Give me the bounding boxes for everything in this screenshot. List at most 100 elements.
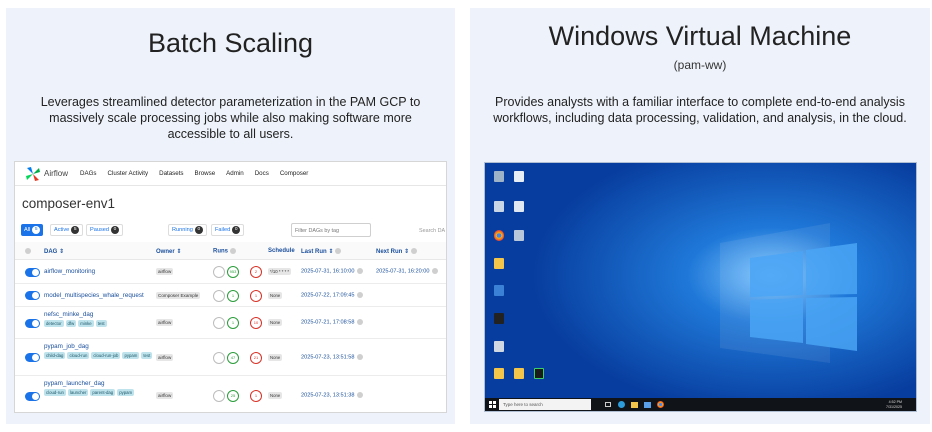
- folder-icon: [514, 368, 524, 379]
- filter-running-label: Running: [172, 227, 193, 233]
- dag-last-run[interactable]: 2025-07-22, 17:09:45: [301, 291, 363, 298]
- taskbar-search-placeholder: Type here to search: [503, 402, 543, 407]
- chrome-taskbar-icon[interactable]: [655, 398, 665, 411]
- chrome-icon: [494, 230, 504, 241]
- runs-running-indicator[interactable]: [213, 317, 225, 329]
- dag-owner: airflow: [156, 353, 174, 361]
- dag-tag[interactable]: parent-dag: [90, 389, 116, 396]
- dag-table-header: DAG ⇕ Owner ⇕ Runs Schedule Last Run ⇕ N…: [15, 242, 446, 260]
- filter-paused-button[interactable]: Paused 0: [86, 224, 123, 236]
- dag-tag[interactable]: pypam: [117, 389, 135, 396]
- runs-failed-indicator[interactable]: 2: [250, 266, 262, 278]
- dag-row: pypam_job_dag child-dag cloud-run cloud-run…: [15, 339, 446, 376]
- runs-failed-indicator[interactable]: 1: [250, 390, 262, 402]
- system-tray-clock[interactable]: 4:52 PM 7/31/2025: [886, 400, 902, 409]
- runs-failed-indicator[interactable]: 21: [250, 351, 262, 364]
- nav-composer[interactable]: Composer: [280, 170, 309, 177]
- column-schedule-label: Schedule: [268, 248, 295, 254]
- column-last-run[interactable]: Last Run ⇕: [301, 248, 342, 255]
- nav-cluster-activity[interactable]: Cluster Activity: [108, 170, 149, 177]
- dag-pause-toggle[interactable]: [25, 391, 40, 401]
- runs-running-indicator[interactable]: [213, 390, 225, 402]
- runs-failed-indicator[interactable]: 10: [250, 317, 262, 329]
- app-icon: [514, 201, 524, 212]
- dag-last-run[interactable]: 2025-07-23, 13:51:58: [301, 353, 363, 360]
- dag-pause-toggle[interactable]: [25, 318, 40, 328]
- filter-active-button[interactable]: Active 5: [50, 224, 84, 236]
- column-runs-label: Runs: [213, 248, 228, 255]
- runs-failed-indicator[interactable]: 1: [250, 289, 262, 302]
- dag-last-run[interactable]: 2025-07-31, 16:10:00: [301, 268, 363, 274]
- filter-all-button[interactable]: All 5: [21, 224, 44, 236]
- filter-failed-button[interactable]: Failed 0: [211, 224, 245, 236]
- edge-icon[interactable]: [616, 398, 626, 411]
- desktop-icon-app-2[interactable]: [507, 201, 531, 212]
- desktop-icon-terminal[interactable]: [527, 368, 551, 379]
- dag-last-run[interactable]: 2025-07-21, 17:08:58: [301, 319, 363, 325]
- dag-pause-toggle[interactable]: [25, 267, 40, 277]
- dag-name-link[interactable]: pypam_job_dag: [44, 343, 89, 350]
- dag-tag[interactable]: test: [95, 320, 107, 327]
- dag-tag[interactable]: minke: [78, 320, 94, 327]
- column-owner[interactable]: Owner ⇕: [156, 248, 181, 255]
- dag-tag[interactable]: cloud-run: [67, 352, 90, 359]
- taskbar-search-box[interactable]: Type here to search: [499, 399, 591, 410]
- column-dag[interactable]: DAG ⇕: [44, 248, 64, 255]
- dag-tag[interactable]: detector: [44, 320, 64, 327]
- dag-tag[interactable]: launcher: [67, 389, 89, 396]
- desktop-icon-file[interactable]: [507, 171, 531, 182]
- dag-tag[interactable]: test: [141, 352, 153, 359]
- dag-owner: airflow: [156, 268, 174, 275]
- dag-name-link[interactable]: model_multispecies_whale_request: [44, 292, 144, 299]
- dag-next-run[interactable]: 2025-07-31, 16:20:00: [376, 268, 438, 274]
- recycle-bin-icon: [494, 171, 504, 182]
- nav-browse[interactable]: Browse: [195, 170, 216, 177]
- runs-running-indicator[interactable]: [213, 289, 225, 302]
- runs-success-indicator[interactable]: 47: [227, 351, 239, 364]
- dag-tag[interactable]: dfw: [65, 320, 77, 327]
- airflow-navbar: Airflow DAGs Cluster Activity Datasets B…: [15, 162, 446, 186]
- nav-docs[interactable]: Docs: [255, 170, 269, 177]
- dag-pause-toggle[interactable]: [25, 291, 40, 300]
- dag-tag[interactable]: pypam: [122, 352, 140, 359]
- runs-success-indicator[interactable]: 25: [227, 390, 239, 402]
- desktop-icon-app-4[interactable]: [487, 285, 511, 296]
- app-icon: [494, 201, 504, 212]
- runs-success-indicator[interactable]: 1: [227, 289, 239, 302]
- filter-tags-input[interactable]: Filter DAGs by tag: [291, 223, 371, 237]
- filter-running-button[interactable]: Running 0: [168, 224, 207, 236]
- filter-failed-count: 0: [232, 226, 241, 234]
- desktop-icon-folder-1[interactable]: [487, 258, 511, 269]
- dag-name-link[interactable]: pypam_launcher_dag: [44, 380, 105, 387]
- file-explorer-icon[interactable]: [629, 398, 639, 411]
- last-run-info-icon: [356, 353, 363, 360]
- windows-vm-description: Provides analysts with a familiar interf…: [493, 95, 907, 125]
- column-schedule: Schedule: [268, 248, 295, 254]
- column-next-run[interactable]: Next Run ⇕: [376, 248, 418, 255]
- dag-last-run[interactable]: 2025-07-23, 13:51:38: [301, 392, 363, 398]
- batch-scaling-title: Batch Scaling: [147, 28, 314, 58]
- nav-datasets[interactable]: Datasets: [159, 170, 183, 177]
- dag-schedule: None: [268, 392, 283, 399]
- desktop-icon-app-6[interactable]: [487, 341, 511, 352]
- nav-dags[interactable]: DAGs: [80, 170, 97, 177]
- start-button[interactable]: [485, 398, 499, 411]
- dag-tag[interactable]: cloud-run: [44, 389, 66, 396]
- task-view-icon[interactable]: [603, 398, 613, 411]
- dag-tag[interactable]: child-dag: [44, 352, 66, 359]
- dag-tags: cloud-run launcher parent-dag pypam: [44, 389, 154, 396]
- runs-running-indicator[interactable]: [213, 351, 225, 364]
- runs-success-indicator[interactable]: 1: [227, 317, 239, 329]
- nav-admin[interactable]: Admin: [226, 170, 244, 177]
- dag-tag[interactable]: cloud-run-job: [91, 352, 121, 359]
- runs-running-indicator[interactable]: [213, 266, 225, 278]
- search-dags-input[interactable]: Search DA: [419, 228, 445, 234]
- dag-name-link[interactable]: airflow_monitoring: [44, 268, 95, 275]
- store-icon[interactable]: [642, 398, 652, 411]
- runs-success-indicator[interactable]: 953: [227, 266, 239, 278]
- dag-name-link[interactable]: nefsc_minke_dag: [44, 311, 93, 318]
- airflow-brand[interactable]: Airflow: [44, 169, 68, 178]
- desktop-icon-app-5[interactable]: [487, 313, 511, 324]
- dag-pause-toggle[interactable]: [25, 353, 40, 362]
- desktop-icon-app-3[interactable]: [507, 230, 531, 241]
